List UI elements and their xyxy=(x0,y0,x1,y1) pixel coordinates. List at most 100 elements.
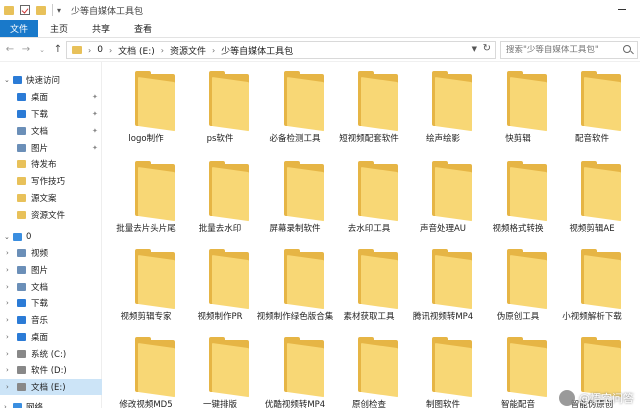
chevron-down-icon[interactable]: ⌄ xyxy=(4,233,10,241)
refresh-icon[interactable]: ↻ xyxy=(483,43,491,54)
sidebar-item[interactable]: ⌄ 0 xyxy=(0,229,102,245)
watermark: @悟空问答 xyxy=(559,390,634,406)
folder-icon xyxy=(358,161,398,222)
sidebar-item[interactable]: 写作技巧 xyxy=(0,173,102,189)
folder-item[interactable]: 一键排版 xyxy=(183,328,257,408)
sidebar-item[interactable]: 桌面 ✦ xyxy=(0,89,102,105)
sidebar-item[interactable]: 图片 ✦ xyxy=(0,140,102,156)
folder-item[interactable]: 屏幕录制软件 xyxy=(258,152,332,240)
back-button[interactable]: ← xyxy=(2,44,18,55)
search-icon[interactable] xyxy=(623,45,631,53)
breadcrumb-current[interactable]: 少等自媒体工具包 xyxy=(221,44,293,57)
sidebar-item[interactable]: 源文案 xyxy=(0,190,102,206)
tab-share[interactable]: 共享 xyxy=(80,20,122,37)
sidebar-item-label: 待发布 xyxy=(31,160,57,170)
search-box[interactable] xyxy=(500,41,638,59)
tab-file[interactable]: 文件 xyxy=(0,20,39,37)
sidebar-item[interactable]: 文档 ✦ xyxy=(0,123,102,139)
address-bar[interactable]: › 0 › 文档 (E:) › 资源文件 › 少等自媒体工具包 ▼ ↻ xyxy=(66,41,496,59)
search-input[interactable] xyxy=(501,45,619,55)
chevron-right-icon[interactable]: › xyxy=(88,46,91,55)
chevron-right-icon[interactable]: › xyxy=(6,283,9,291)
folder-item[interactable]: 视频制作绿色版合集 xyxy=(257,240,333,328)
forward-button[interactable]: → xyxy=(18,44,34,55)
folder-item[interactable]: 必备检测工具 xyxy=(258,62,332,150)
folder-item[interactable]: 批量去片头片尾 xyxy=(109,152,183,240)
sidebar-item[interactable]: 资源文件 xyxy=(0,207,102,223)
watermark-text: @悟空问答 xyxy=(579,392,634,405)
chevron-right-icon[interactable]: › xyxy=(161,46,164,55)
address-dropdown-icon[interactable]: ▼ xyxy=(472,45,477,53)
tab-home[interactable]: 主页 xyxy=(38,20,80,37)
chevron-right-icon[interactable]: › xyxy=(6,299,9,307)
quick-access-dropdown-icon[interactable]: ▾ xyxy=(57,6,61,15)
tab-view[interactable]: 查看 xyxy=(122,20,164,37)
sidebar-item[interactable]: › 文档 xyxy=(0,279,102,295)
folder-icon xyxy=(135,161,175,222)
chevron-right-icon[interactable]: › xyxy=(4,403,7,408)
chevron-right-icon[interactable]: › xyxy=(6,266,9,274)
sidebar-item[interactable]: › 桌面 xyxy=(0,329,102,345)
chevron-right-icon[interactable]: › xyxy=(6,249,9,257)
folder-item[interactable]: 批量去水印 xyxy=(183,152,257,240)
folder-item[interactable]: logo制作 xyxy=(109,62,183,150)
folder-item[interactable]: 腾讯视频转MP4 xyxy=(406,240,480,328)
sidebar-item[interactable]: › 系统 (C:) xyxy=(0,346,102,362)
minimize-button[interactable] xyxy=(618,9,626,10)
folder-item[interactable]: 声音处理AU xyxy=(406,152,480,240)
sidebar-item[interactable]: › 网络 xyxy=(0,399,102,408)
breadcrumb-pc[interactable]: 0 xyxy=(97,45,103,55)
folder-icon xyxy=(209,249,249,310)
sidebar-item[interactable]: › 下载 xyxy=(0,295,102,311)
folder-item[interactable]: 修改视频MD5 xyxy=(109,328,183,408)
folder-item[interactable]: 短视频配套软件 xyxy=(332,62,406,150)
sidebar-item[interactable]: 待发布 xyxy=(0,156,102,172)
folder-icon xyxy=(432,249,472,310)
folder-item[interactable]: 制图软件 xyxy=(406,328,480,408)
chevron-down-icon[interactable]: ⌄ xyxy=(4,76,10,84)
new-folder-icon[interactable] xyxy=(36,5,46,15)
folder-item[interactable]: 视频剪辑专家 xyxy=(109,240,183,328)
folder-item[interactable]: 小视频解析下载 xyxy=(555,240,629,328)
folder-item[interactable]: 素材获取工具 xyxy=(332,240,406,328)
folder-item[interactable]: 视频剪辑AE xyxy=(555,152,629,240)
chevron-right-icon[interactable]: › xyxy=(6,366,9,374)
chevron-right-icon[interactable]: › xyxy=(6,350,9,358)
sidebar-item[interactable]: › 软件 (D:) xyxy=(0,362,102,378)
breadcrumb-resources[interactable]: 资源文件 xyxy=(170,44,206,57)
sidebar-item-label: 桌面 xyxy=(31,333,49,343)
folder-item[interactable]: 绘声绘影 xyxy=(406,62,480,150)
folder-item[interactable]: 伪原创工具 xyxy=(481,240,555,328)
chevron-right-icon[interactable]: › xyxy=(6,383,9,391)
folder-item[interactable]: 视频制作PR xyxy=(183,240,257,328)
folder-icon xyxy=(17,194,26,202)
sidebar-item-label: 源文案 xyxy=(31,194,57,204)
folder-item[interactable]: 视频格式转换 xyxy=(481,152,555,240)
chevron-right-icon[interactable]: › xyxy=(6,333,9,341)
folder-item[interactable]: 原创检查 xyxy=(332,328,406,408)
sidebar-item[interactable]: › 文档 (E:) xyxy=(0,379,102,395)
chevron-right-icon[interactable]: › xyxy=(109,46,112,55)
window-title: 少等自媒体工具包 xyxy=(71,6,144,17)
breadcrumb-drive-e[interactable]: 文档 (E:) xyxy=(118,44,155,57)
chevron-right-icon[interactable]: › xyxy=(6,316,9,324)
chevron-right-icon[interactable]: › xyxy=(212,46,215,55)
sidebar-item[interactable]: ⌄ 快速访问 xyxy=(0,72,102,88)
folder-name: 小视频解析下载 xyxy=(562,312,622,322)
folder-item[interactable]: ps软件 xyxy=(183,62,257,150)
recent-locations-button[interactable]: ⌄ xyxy=(34,46,50,54)
up-button[interactable]: ↑ xyxy=(50,44,66,55)
sidebar-item[interactable]: › 音乐 xyxy=(0,312,102,328)
folder-item[interactable]: 配音软件 xyxy=(555,62,629,150)
properties-check-icon[interactable] xyxy=(20,5,30,15)
folder-item[interactable]: 智能配音 xyxy=(481,328,555,408)
folder-item[interactable]: 快剪辑 xyxy=(481,62,555,150)
video-icon xyxy=(17,249,26,257)
sidebar-item[interactable]: 下载 ✦ xyxy=(0,106,102,122)
file-view: logo制作 ps软件 必备检测工具 短视频配套软件 绘声绘影 快剪辑 配音软件批量去片头片… xyxy=(103,62,640,408)
pin-icon: ✦ xyxy=(92,127,98,135)
folder-item[interactable]: 优酷视频转MP4 xyxy=(258,328,332,408)
sidebar-item[interactable]: › 图片 xyxy=(0,262,102,278)
folder-item[interactable]: 去水印工具 xyxy=(332,152,406,240)
sidebar-item[interactable]: › 视频 xyxy=(0,245,102,261)
